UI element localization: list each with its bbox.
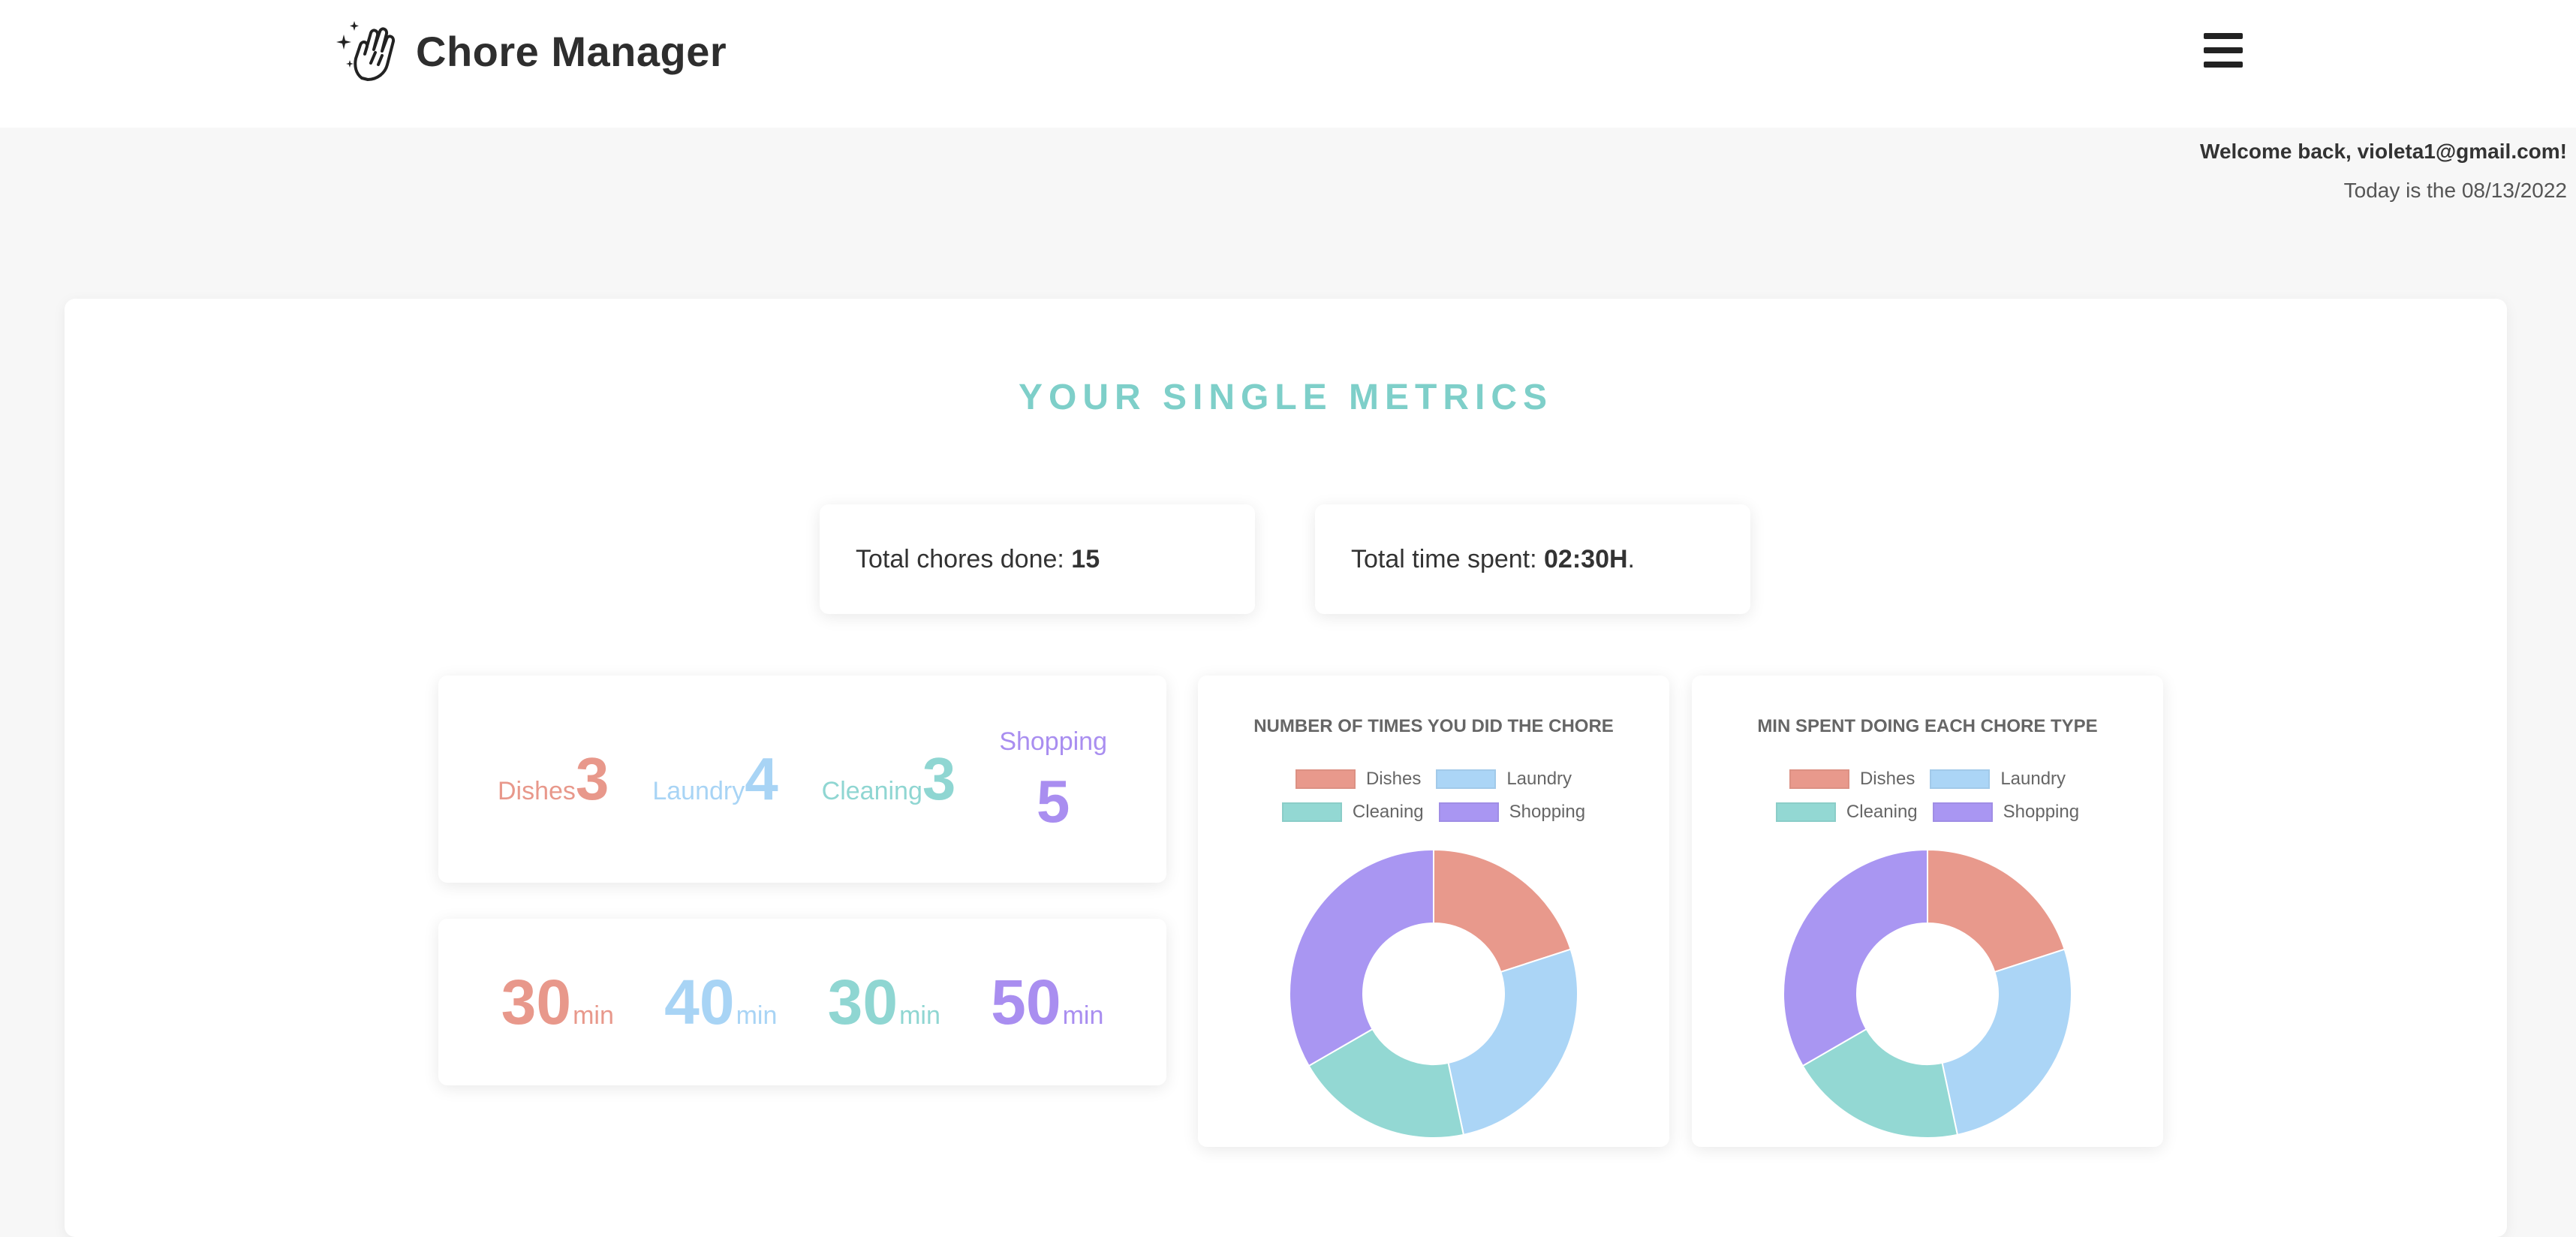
count-value: 3: [575, 745, 609, 812]
minutes-value: 40: [664, 967, 735, 1037]
minutes-dishes: 30 min: [501, 971, 614, 1034]
total-chores-label: Total chores done:: [856, 544, 1064, 573]
count-label: Dishes: [497, 777, 576, 805]
donut-slice-shopping[interactable]: [1783, 848, 1928, 1067]
brand[interactable]: Chore Manager: [333, 15, 727, 87]
minutes-chart-card: MIN SPENT DOING EACH CHORE TYPE Dishes L…: [1692, 676, 2163, 1147]
minutes-donut-chart: [1783, 848, 2072, 1139]
minutes-value: 30: [827, 967, 898, 1037]
top-navbar: Chore Manager: [0, 0, 2576, 128]
menu-bar: [2204, 47, 2243, 53]
count-label: Cleaning: [821, 777, 922, 805]
count-dishes: Dishes 3: [498, 749, 609, 809]
menu-bar: [2204, 62, 2243, 68]
metrics-panel: YOUR SINGLE METRICS Total chores done: 1…: [65, 299, 2507, 1237]
donut-slice-dishes[interactable]: [1433, 848, 1572, 974]
minutes-unit: min: [1062, 1001, 1104, 1030]
total-time-suffix: .: [1627, 544, 1635, 573]
total-time-label: Total time spent:: [1351, 544, 1537, 573]
donut-slice-laundry[interactable]: [1941, 948, 2072, 1136]
minutes-value: 30: [501, 967, 572, 1037]
hamburger-menu-icon[interactable]: [2204, 33, 2243, 68]
total-time-value: 02:30H: [1544, 544, 1628, 573]
count-shopping: Shopping 5: [999, 727, 1107, 832]
times-chart-card: NUMBER OF TIMES YOU DID THE CHORE Dishes…: [1198, 676, 1669, 1147]
total-time-card: Total time spent: 02:30H.: [1315, 504, 1750, 614]
count-label: Shopping: [999, 727, 1107, 756]
minutes-value: 50: [991, 967, 1061, 1037]
times-donut-chart: [1289, 848, 1578, 1139]
count-value: 4: [745, 745, 778, 812]
total-chores-value: 15: [1071, 544, 1100, 573]
count-laundry: Laundry 4: [652, 749, 778, 809]
count-value: 3: [922, 745, 956, 812]
donut-slice-laundry[interactable]: [1447, 948, 1578, 1136]
count-value: 5: [1036, 767, 1070, 835]
cleaning-hand-icon: [336, 21, 396, 81]
donut-slice-dishes[interactable]: [1927, 848, 2066, 974]
menu-bar: [2204, 33, 2243, 39]
minutes-cleaning: 30 min: [828, 971, 940, 1034]
count-cleaning: Cleaning 3: [822, 749, 956, 809]
today-date: Today is the 08/13/2022: [2343, 179, 2567, 202]
chore-counts-card: Dishes 3 Laundry 4 Cleaning 3 Shopping 5: [438, 676, 1166, 883]
total-chores-card: Total chores done: 15: [820, 504, 1255, 614]
minutes-shopping: 50 min: [991, 971, 1103, 1034]
minutes-laundry: 40 min: [664, 971, 777, 1034]
minutes-unit: min: [899, 1001, 940, 1030]
minutes-unit: min: [736, 1001, 778, 1030]
chore-minutes-card: 30 min 40 min 30 min 50 min: [438, 919, 1166, 1085]
donut-slice-shopping[interactable]: [1289, 848, 1434, 1067]
app-title: Chore Manager: [416, 27, 727, 75]
count-label: Laundry: [652, 777, 745, 805]
welcome-message: Welcome back, violeta1@gmail.com!: [2200, 140, 2567, 163]
metrics-title: YOUR SINGLE METRICS: [1018, 378, 1554, 417]
minutes-unit: min: [573, 1001, 614, 1030]
welcome-block: Welcome back, violeta1@gmail.com! Today …: [2200, 140, 2567, 203]
